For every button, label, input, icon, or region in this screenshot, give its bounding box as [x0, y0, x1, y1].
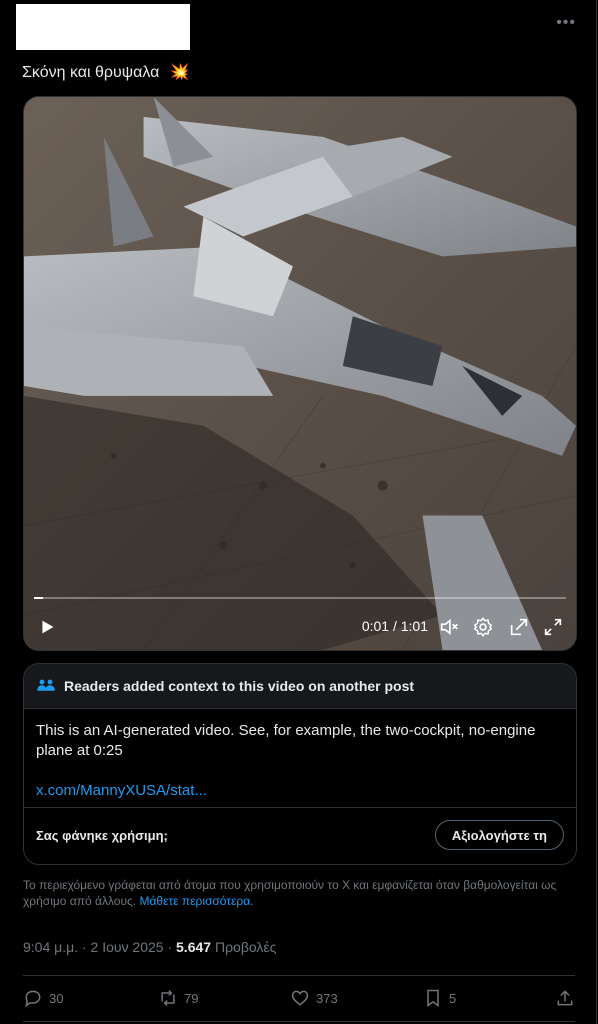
mute-icon[interactable]: [438, 616, 460, 638]
video-frame: [24, 97, 576, 650]
settings-icon[interactable]: [472, 616, 494, 638]
reply-icon: [25, 990, 41, 1008]
like-button[interactable]: 373: [290, 988, 338, 1008]
share-icon: [557, 990, 573, 1006]
post-container: ••• Σκόνη και θρυψαλα 💥 0:01 / 1:01 Read…: [0, 0, 597, 1024]
post-time[interactable]: 9:04 μ.μ.: [23, 939, 78, 955]
video-progress-fill: [34, 597, 43, 599]
views-count: 5.647: [176, 939, 212, 955]
community-note-text: This is an AI-generated video. See, for …: [36, 722, 536, 759]
bookmark-button[interactable]: 5: [423, 988, 456, 1008]
video-time: 0:01 / 1:01: [361, 618, 428, 634]
community-note-body: This is an AI-generated video. See, for …: [24, 709, 576, 801]
repost-icon: [161, 989, 175, 1007]
repost-button[interactable]: 79: [158, 988, 198, 1008]
community-note: Readers added context to this video on a…: [23, 663, 577, 865]
bookmark-count: 5: [449, 990, 457, 1006]
helpful-question: Σας φάνηκε χρήσιμη;: [36, 828, 168, 843]
fullscreen-icon[interactable]: [542, 616, 564, 638]
post-text-content: Σκόνη και θρυψαλα: [22, 64, 160, 81]
action-bar: 30 79 373 5: [23, 984, 575, 1014]
note-disclaimer: Το περιεχόμενο γράφεται από άτομα που χρ…: [23, 877, 563, 909]
post-text: Σκόνη και θρυψαλα 💥: [22, 62, 190, 82]
people-icon: [37, 679, 55, 691]
reply-count: 30: [49, 990, 64, 1006]
divider: [23, 975, 575, 976]
community-note-rating: Σας φάνηκε χρήσιμη; Αξιολογήστε τη: [24, 807, 576, 864]
learn-more-link[interactable]: Μάθετε περισσότερα.: [139, 894, 253, 908]
more-icon[interactable]: •••: [556, 14, 576, 32]
video-player[interactable]: 0:01 / 1:01: [23, 96, 577, 651]
meta-separator: ·: [81, 939, 87, 955]
community-note-header: Readers added context to this video on a…: [24, 664, 576, 709]
play-icon[interactable]: [36, 616, 58, 638]
post-date[interactable]: 2 Ιουν 2025: [91, 939, 164, 955]
community-note-link[interactable]: x.com/MannyXUSA/stat...: [36, 781, 564, 801]
bookmark-icon: [427, 989, 439, 1007]
collision-emoji: 💥: [169, 64, 190, 81]
popout-icon[interactable]: [508, 616, 530, 638]
post-meta: 9:04 μ.μ. · 2 Ιουν 2025 · 5.647 Προβολές: [23, 939, 276, 955]
like-icon: [291, 990, 309, 1006]
community-note-title: Readers added context to this video on a…: [64, 678, 415, 694]
disclaimer-text: Το περιεχόμενο γράφεται από άτομα που χρ…: [23, 878, 557, 908]
meta-separator-2: ·: [167, 939, 173, 955]
share-button[interactable]: [555, 988, 575, 1008]
repost-count: 79: [184, 990, 199, 1006]
divider-bottom: [23, 1021, 575, 1022]
video-controls: 0:01 / 1:01: [24, 604, 576, 650]
rate-note-button[interactable]: Αξιολογήστε τη: [434, 820, 564, 850]
reply-button[interactable]: 30: [23, 988, 63, 1008]
like-count: 373: [316, 990, 338, 1006]
views-label: Προβολές: [214, 939, 277, 955]
video-progress-bar[interactable]: [34, 597, 566, 599]
redacted-author-block: [16, 4, 190, 50]
